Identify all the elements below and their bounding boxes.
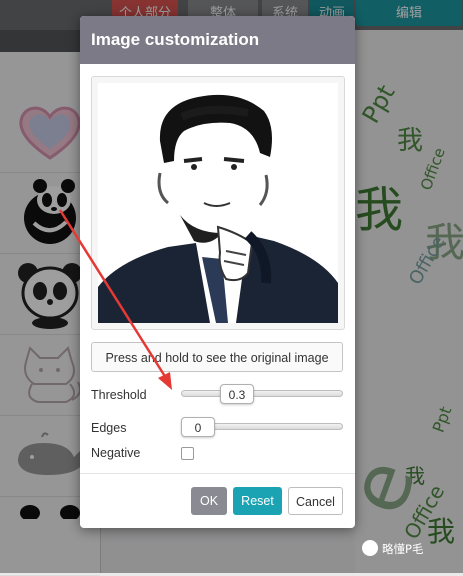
edges-slider-handle[interactable]: 0 [181,417,215,437]
image-preview-frame [91,76,345,330]
show-original-button[interactable]: Press and hold to see the original image [91,342,343,372]
dialog-footer-divider [80,473,355,474]
thresholded-portrait-image [98,83,338,323]
dialog-title: Image customization [91,30,260,49]
threshold-label: Threshold [91,388,147,402]
wechat-icon [362,540,378,556]
dialog-header: Image customization [80,16,355,64]
cancel-button[interactable]: Cancel [288,487,343,515]
threshold-slider-handle[interactable]: 0.3 [220,384,254,404]
ok-button[interactable]: OK [191,487,227,515]
negative-checkbox[interactable] [181,447,194,460]
image-customization-dialog: Image customization Press and hold to se… [80,16,355,528]
threshold-slider-track[interactable] [181,390,343,397]
edges-label: Edges [91,421,127,435]
reset-button[interactable]: Reset [233,487,282,515]
watermark-text: 略懂P毛 [382,542,424,556]
negative-label: Negative [91,446,141,460]
